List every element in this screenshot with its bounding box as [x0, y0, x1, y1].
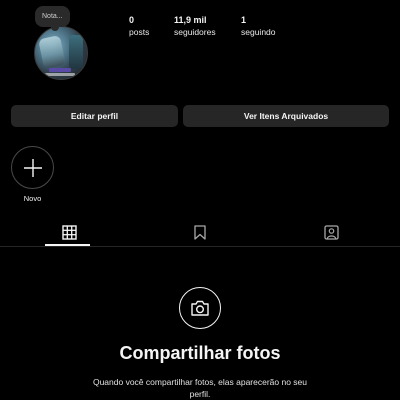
empty-state-title: Compartilhar fotos: [119, 343, 281, 363]
tab-posts-grid[interactable]: [61, 224, 77, 240]
grid-icon: [61, 224, 77, 240]
edit-profile-button[interactable]: Editar perfil: [11, 105, 178, 127]
followers-count: 11,9 mil: [174, 15, 207, 25]
camera-icon: [191, 300, 209, 316]
profile-tabs: [0, 220, 400, 248]
avatar-image: [34, 26, 88, 80]
stat-followers[interactable]: 11,9 mil seguidores: [174, 14, 216, 38]
stat-following[interactable]: 1 seguindo: [241, 14, 276, 38]
following-count: 1: [241, 15, 247, 25]
tabs-divider: [0, 246, 400, 247]
note-bubble[interactable]: Nota...: [35, 6, 70, 31]
posts-label: posts: [129, 27, 150, 37]
tab-saved[interactable]: [192, 224, 208, 240]
new-highlight[interactable]: Novo: [11, 146, 54, 203]
stat-posts[interactable]: 0 posts: [129, 14, 149, 38]
followers-label: seguidores: [174, 27, 216, 37]
empty-state-description: Quando você compartilhar fotos, elas apa…: [92, 377, 308, 399]
view-archive-button[interactable]: Ver Itens Arquivados: [183, 105, 389, 127]
posts-count: 0: [129, 15, 135, 25]
bookmark-icon: [194, 224, 206, 240]
new-highlight-circle[interactable]: [11, 146, 54, 189]
note-placeholder: Nota...: [42, 13, 63, 20]
empty-state-camera: [179, 287, 221, 329]
profile-page: Nota... 0 posts 11,9 mil seguidores 1 se…: [0, 0, 400, 400]
plus-icon: [23, 158, 42, 177]
tagged-person-icon: [323, 224, 339, 240]
new-highlight-label: Novo: [23, 194, 42, 203]
profile-avatar[interactable]: [34, 26, 88, 80]
following-label: seguindo: [241, 27, 276, 37]
tab-tagged[interactable]: [323, 224, 339, 240]
